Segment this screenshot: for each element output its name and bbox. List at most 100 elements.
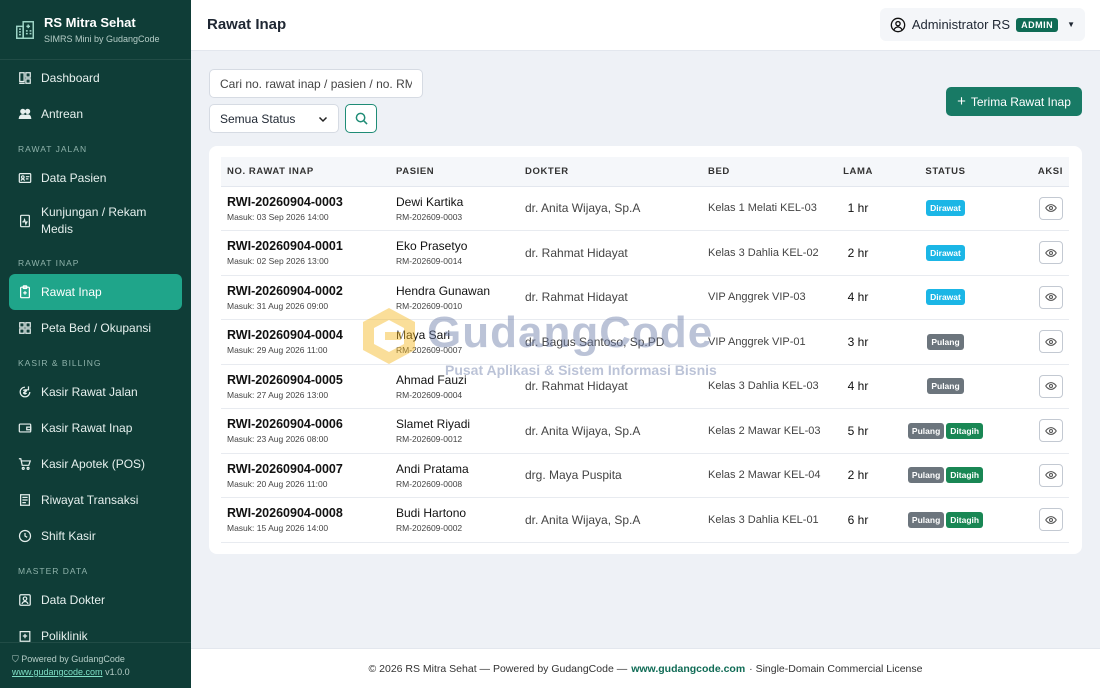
eye-icon (1045, 204, 1057, 213)
plus-icon: + (957, 93, 966, 110)
brand[interactable]: RS Mitra Sehat SIMRS Mini by GudangCode (0, 0, 191, 60)
add-inpatient-label: Terima Rawat Inap (970, 94, 1071, 109)
view-button[interactable] (1039, 508, 1063, 532)
col-no: NO. RAWAT INAP (221, 157, 390, 187)
cell-bed: Kelas 2 Mawar KEL-03 (702, 408, 830, 454)
col-bed: BED (702, 157, 830, 187)
brand-subtitle: SIMRS Mini by GudangCode (44, 34, 160, 44)
grid-icon (19, 322, 31, 334)
sidebar-item-peta-bed-okupansi[interactable]: Peta Bed / Okupansi (9, 310, 182, 346)
cell-bed: Kelas 3 Dahlia KEL-03 (702, 364, 830, 409)
search-input[interactable] (209, 69, 423, 98)
sidebar-item-kasir-rawat-inap[interactable]: Kasir Rawat Inap (9, 410, 182, 446)
view-button[interactable] (1039, 463, 1063, 487)
status-select[interactable]: Semua Status (209, 104, 339, 133)
cell-duration: 2 hr (830, 230, 886, 276)
inpatient-number: RWI-20260904-0008 (227, 506, 343, 521)
admission-date: Masuk: 15 Aug 2026 14:00 (227, 523, 329, 534)
admission-date: Masuk: 31 Aug 2026 09:00 (227, 300, 329, 311)
cell-no: RWI-20260904-0008 Masuk: 15 Aug 2026 14:0… (221, 497, 390, 543)
view-button[interactable] (1039, 285, 1063, 309)
table-row: RWI-20260904-0007 Masuk: 20 Aug 2026 11:0… (221, 453, 1069, 498)
sidebar-item-kunjungan-rekam-medis[interactable]: Kunjungan / Rekam Medis (9, 196, 182, 246)
sidebar-item-label: Dashboard (41, 71, 100, 85)
patient-name: Andi Pratama (396, 461, 469, 476)
status-badge-pulang: Pulang (907, 467, 945, 484)
shield-icon: ⛉ (12, 654, 19, 664)
gudangcode-link[interactable]: www.gudangcode.com (12, 667, 103, 677)
search-button[interactable] (345, 104, 377, 133)
view-button[interactable] (1039, 196, 1063, 220)
cash-icon (19, 386, 31, 398)
table-row: RWI-20260904-0008 Masuk: 15 Aug 2026 14:0… (221, 497, 1069, 543)
sidebar-footer: ⛉ Powered by GudangCode www.gudangcode.c… (0, 642, 191, 688)
medical-record-number: RM-202609-0003 (396, 211, 463, 222)
inpatient-table: NO. RAWAT INAP PASIEN DOKTER BED LAMA ST… (221, 157, 1069, 543)
sidebar-item-kasir-rawat-jalan[interactable]: Kasir Rawat Jalan (9, 374, 182, 410)
sidebar-item-label: Kunjungan / Rekam Medis (41, 205, 147, 236)
sidebar-item-shift-kasir[interactable]: Shift Kasir (9, 518, 182, 554)
clipboard-icon (20, 285, 30, 299)
eye-icon (1045, 515, 1057, 524)
cell-duration: 2 hr (830, 453, 886, 498)
sidebar-item-label: Kasir Rawat Inap (41, 421, 133, 435)
cell-no: RWI-20260904-0004 Masuk: 29 Aug 2026 11:0… (221, 319, 390, 365)
cell-status: Pulang Ditagih (886, 408, 1005, 454)
sidebar-item-antrean[interactable]: Antrean (9, 96, 182, 132)
view-button[interactable] (1039, 241, 1063, 265)
table-row: RWI-20260904-0005 Masuk: 27 Aug 2026 13:0… (221, 364, 1069, 409)
inpatient-number: RWI-20260904-0004 (227, 328, 343, 343)
sidebar-item-data-dokter[interactable]: Data Dokter (9, 582, 182, 618)
patient-name: Slamet Riyadi (396, 417, 471, 432)
cell-doctor: dr. Bagus Santoso, Sp.PD (519, 319, 702, 365)
nav-section-label: MASTER DATA (18, 566, 89, 576)
col-lama: LAMA (830, 157, 886, 187)
cart-icon (18, 458, 32, 470)
sidebar-item-rawat-inap[interactable]: Rawat Inap (9, 274, 182, 310)
wallet-icon (18, 423, 32, 433)
sidebar-item-poliklinik[interactable]: Poliklinik (9, 618, 182, 642)
medical-record-number: RM-202609-0002 (396, 523, 463, 534)
patient-name: Hendra Gunawan (396, 283, 491, 298)
table-row: RWI-20260904-0002 Masuk: 31 Aug 2026 09:0… (221, 275, 1069, 320)
medical-record-number: RM-202609-0010 (396, 300, 463, 311)
add-inpatient-button[interactable]: + Terima Rawat Inap (946, 87, 1082, 116)
sidebar-item-label: Kasir Apotek (POS) (41, 457, 146, 471)
admission-date: Masuk: 29 Aug 2026 11:00 (227, 345, 328, 356)
medical-record-number: RM-202609-0012 (396, 434, 463, 445)
eye-icon (1045, 293, 1057, 302)
user-name: Administrator RS (911, 17, 1011, 32)
sidebar-item-kasir-apotek-pos[interactable]: Kasir Apotek (POS) (9, 446, 182, 482)
cell-no: RWI-20260904-0006 Masuk: 23 Aug 2026 08:0… (221, 408, 390, 454)
col-pasien: PASIEN (390, 157, 519, 187)
clock-icon (18, 529, 32, 543)
cell-status: Dirawat (886, 230, 1005, 276)
status-badge-pulang: Pulang (927, 333, 964, 350)
patient-name: Ahmad Fauzi (396, 372, 467, 387)
page-title: Rawat Inap (207, 16, 287, 33)
view-button[interactable] (1039, 374, 1063, 398)
sidebar-item-label: Data Dokter (41, 593, 106, 607)
view-button[interactable] (1039, 330, 1063, 354)
eye-icon (1045, 382, 1057, 391)
id-card-icon (18, 173, 32, 183)
hospital-icon (19, 631, 31, 642)
view-button[interactable] (1039, 419, 1063, 443)
sidebar-item-data-pasien[interactable]: Data Pasien (9, 160, 182, 196)
brand-title: RS Mitra Sehat (44, 15, 136, 30)
sidebar-item-label: Data Pasien (41, 171, 107, 185)
sidebar-item-label: Poliklinik (41, 629, 88, 642)
cell-status: Dirawat (886, 275, 1005, 320)
cell-patient: Hendra Gunawan RM-202609-0010 (390, 275, 519, 320)
status-badge-ditagih: Ditagih (946, 467, 984, 484)
inpatient-number: RWI-20260904-0005 (227, 372, 343, 387)
sidebar-item-dashboard[interactable]: Dashboard (9, 60, 182, 96)
cell-duration: 6 hr (830, 497, 886, 543)
sidebar-item-riwayat-transaksi[interactable]: Riwayat Transaksi (9, 482, 182, 518)
user-menu[interactable]: Administrator RS ADMIN ▼ (879, 8, 1085, 41)
sidebar-item-label: Peta Bed / Okupansi (41, 321, 152, 335)
cell-doctor: dr. Rahmat Hidayat (519, 230, 702, 276)
footer-link[interactable]: www.gudangcode.com (631, 663, 745, 675)
cell-no: RWI-20260904-0003 Masuk: 03 Sep 2026 14:0… (221, 186, 390, 231)
receipt-icon (20, 494, 30, 506)
